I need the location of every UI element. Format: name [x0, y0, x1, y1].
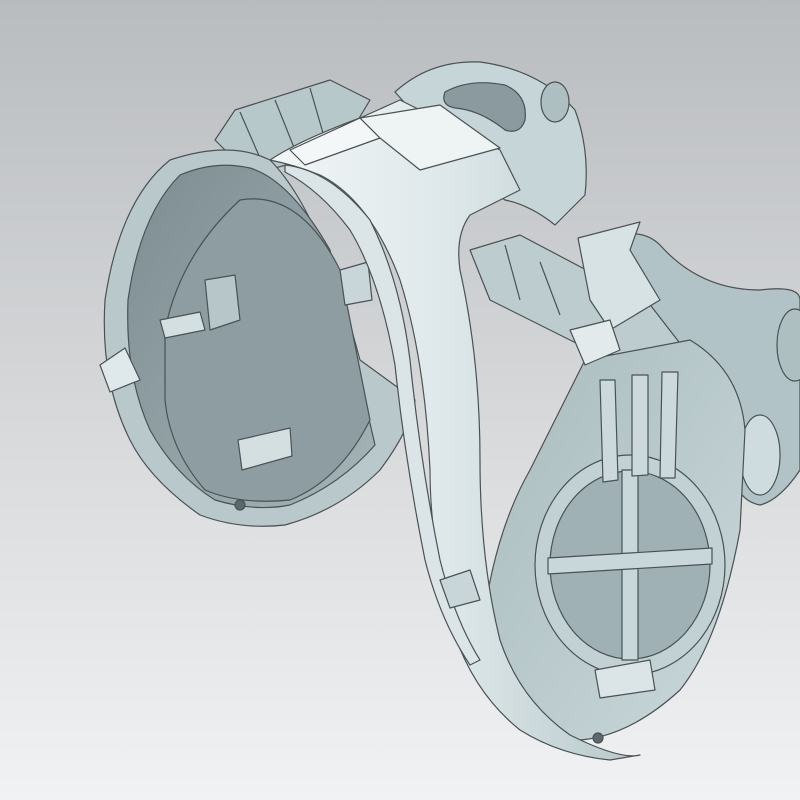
cup-rib-left	[599, 379, 619, 483]
mask-model-render[interactable]	[0, 0, 800, 800]
cup-rib-right	[659, 371, 679, 479]
top-pivot-knob	[540, 81, 570, 123]
left-inner-clip-right	[339, 261, 373, 306]
right-cup-screw-hole	[592, 732, 604, 744]
right-cup-wing-hole	[739, 414, 781, 496]
left-shell-screw-hole	[234, 499, 246, 511]
cup-rib-center	[631, 374, 649, 477]
left-inner-post	[204, 274, 241, 331]
cad-viewport[interactable]	[0, 0, 800, 800]
